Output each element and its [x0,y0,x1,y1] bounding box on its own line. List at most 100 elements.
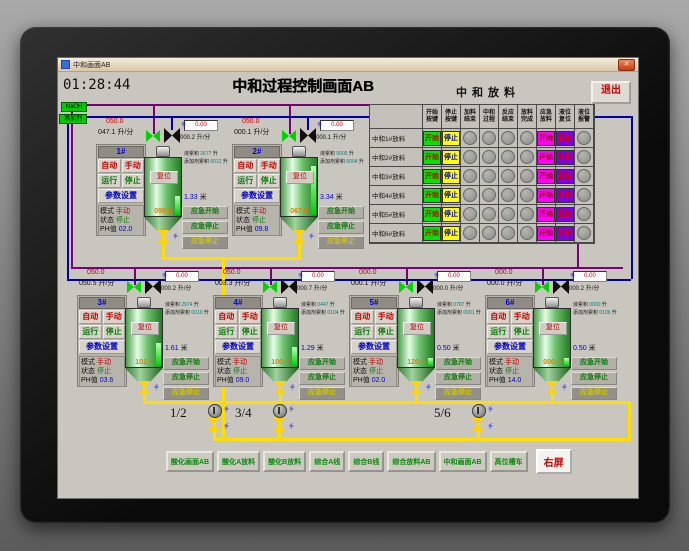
discharge-valve-icon[interactable] [293,230,305,243]
level-reset-button[interactable]: 复位 [556,130,574,146]
run-button[interactable]: 运行 [351,325,374,339]
start-button[interactable]: 开始 [423,206,441,222]
emergency-discharge-button[interactable]: 开始 [537,225,555,241]
emergency-stop-button-2[interactable]: 应急停止 [163,387,209,400]
manual-button[interactable]: 手动 [238,310,261,324]
start-button[interactable]: 开始 [423,187,441,203]
auto-button[interactable]: 自动 [487,310,510,324]
pump-icon[interactable] [273,404,287,418]
params-button[interactable]: 参数设置 [215,340,261,354]
level-reset-button[interactable]: 复位 [556,149,574,165]
nav-button[interactable]: 酸化B放料 [263,451,307,472]
pump-valve-icon[interactable] [472,418,484,431]
naoh-valve-icon[interactable] [127,281,141,293]
run-button[interactable]: 运行 [234,174,257,188]
manual-button[interactable]: 手动 [374,310,397,324]
emergency-start-button[interactable]: 应急开始 [318,206,364,219]
pump-valve-icon[interactable] [273,418,285,431]
emergency-start-button[interactable]: 应急开始 [182,206,228,219]
params-button[interactable]: 参数设置 [79,340,125,354]
start-button[interactable]: 开始 [423,149,441,165]
naoh-valve-icon[interactable] [535,281,549,293]
emergency-discharge-button[interactable]: 开始 [537,187,555,203]
right-screen-button[interactable]: 右屏 [535,449,572,474]
auto-button[interactable]: 自动 [79,310,102,324]
stop-button[interactable]: 停止 [121,174,144,188]
tank-reset-button[interactable]: 复位 [286,171,314,184]
stop-button[interactable]: 停止 [442,168,460,184]
auto-button[interactable]: 自动 [215,310,238,324]
emergency-discharge-button[interactable]: 开始 [537,206,555,222]
tank-reset-button[interactable]: 复位 [150,171,178,184]
manual-button[interactable]: 手动 [102,310,125,324]
manual-button[interactable]: 手动 [121,159,144,173]
exit-button[interactable]: 退出 [591,81,631,104]
tank-reset-button[interactable]: 复位 [131,322,159,335]
nav-button[interactable]: 高位槽车 [489,451,528,472]
run-button[interactable]: 运行 [79,325,102,339]
emergency-start-button[interactable]: 应急开始 [571,357,617,370]
run-button[interactable]: 运行 [215,325,238,339]
emergency-stop-button[interactable]: 应急停止 [182,221,228,234]
emergency-stop-button-2[interactable]: 应急停止 [571,387,617,400]
emergency-discharge-button[interactable]: 开始 [537,130,555,146]
params-button[interactable]: 参数设置 [234,189,280,203]
nav-button[interactable]: 酸化画面AB [166,451,215,472]
emergency-stop-button[interactable]: 应急停止 [435,372,481,385]
additive-valve-icon[interactable] [417,279,433,294]
stop-button[interactable]: 停止 [442,130,460,146]
emergency-start-button[interactable]: 应急开始 [299,357,345,370]
start-button[interactable]: 开始 [423,225,441,241]
stop-button[interactable]: 停止 [510,325,533,339]
run-button[interactable]: 运行 [98,174,121,188]
nav-button[interactable]: 酸化A放料 [217,451,261,472]
emergency-stop-button-2[interactable]: 应急停止 [435,387,481,400]
stop-button[interactable]: 停止 [238,325,261,339]
nav-button[interactable]: 综合B线 [348,451,385,472]
auto-button[interactable]: 自动 [98,159,121,173]
discharge-valve-icon[interactable] [546,381,558,394]
level-reset-button[interactable]: 复位 [556,225,574,241]
emergency-stop-button-2[interactable]: 应急停止 [318,236,364,249]
emergency-discharge-button[interactable]: 开始 [537,168,555,184]
emergency-stop-button-2[interactable]: 应急停止 [182,236,228,249]
stop-button[interactable]: 停止 [442,206,460,222]
additive-valve-icon[interactable] [300,128,316,143]
tank-reset-button[interactable]: 复位 [403,322,431,335]
emergency-stop-button[interactable]: 应急停止 [163,372,209,385]
additive-valve-icon[interactable] [553,279,569,294]
discharge-valve-icon[interactable] [157,230,169,243]
nav-button[interactable]: 中和画面AB [438,451,487,472]
discharge-valve-icon[interactable] [274,381,286,394]
stop-button[interactable]: 停止 [442,149,460,165]
additive-valve-icon[interactable] [164,128,180,143]
start-button[interactable]: 开始 [423,168,441,184]
naoh-valve-icon[interactable] [146,130,160,142]
pump-icon[interactable] [472,404,486,418]
stop-button[interactable]: 停止 [442,187,460,203]
discharge-valve-icon[interactable] [138,381,150,394]
pump-icon[interactable] [208,404,222,418]
params-button[interactable]: 参数设置 [351,340,397,354]
nav-button[interactable]: 综合A线 [309,451,346,472]
tank-reset-button[interactable]: 复位 [539,322,567,335]
level-reset-button[interactable]: 复位 [556,187,574,203]
additive-valve-icon[interactable] [281,279,297,294]
start-button[interactable]: 开始 [423,130,441,146]
emergency-stop-button[interactable]: 应急停止 [299,372,345,385]
stop-button[interactable]: 停止 [257,174,280,188]
close-icon[interactable]: ✕ [618,58,635,71]
run-button[interactable]: 运行 [487,325,510,339]
manual-button[interactable]: 手动 [257,159,280,173]
emergency-discharge-button[interactable]: 开始 [537,149,555,165]
params-button[interactable]: 参数设置 [487,340,533,354]
stop-button[interactable]: 停止 [374,325,397,339]
level-reset-button[interactable]: 复位 [556,206,574,222]
naoh-valve-icon[interactable] [263,281,277,293]
manual-button[interactable]: 手动 [510,310,533,324]
nav-button[interactable]: 综合放料AB [387,451,436,472]
naoh-valve-icon[interactable] [282,130,296,142]
emergency-stop-button[interactable]: 应急停止 [318,221,364,234]
naoh-valve-icon[interactable] [399,281,413,293]
stop-button[interactable]: 停止 [442,225,460,241]
